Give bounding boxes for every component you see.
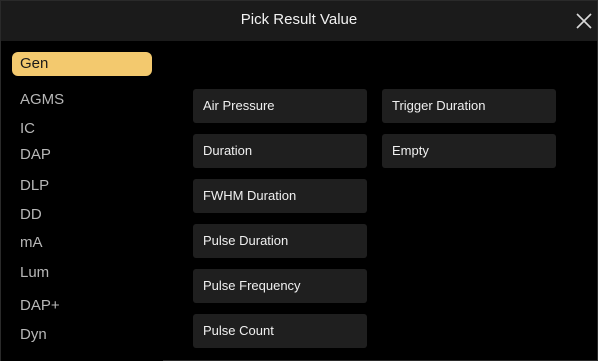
sidebar-item-dyn[interactable]: Dyn <box>12 323 152 347</box>
category-sidebar: Gen AGMS IC DAP DLP DD mA Lum DAP+ Dyn <box>1 41 163 361</box>
value-pulse-count[interactable]: Pulse Count <box>193 314 367 348</box>
value-empty[interactable]: Empty <box>382 134 556 168</box>
sidebar-item-ic[interactable]: IC <box>12 117 152 141</box>
sidebar-item-lum[interactable]: Lum <box>12 261 152 285</box>
sidebar-item-agms[interactable]: AGMS <box>12 88 152 112</box>
dialog-title: Pick Result Value <box>240 11 358 28</box>
value-pulse-frequency[interactable]: Pulse Frequency <box>193 269 367 303</box>
value-fwhm-duration[interactable]: FWHM Duration <box>193 179 367 213</box>
value-pulse-duration[interactable]: Pulse Duration <box>193 224 367 258</box>
sidebar-item-dap[interactable]: DAP <box>12 143 152 167</box>
value-duration[interactable]: Duration <box>193 134 367 168</box>
sidebar-item-gen[interactable]: Gen <box>12 52 152 76</box>
value-air-pressure[interactable]: Air Pressure <box>193 89 367 123</box>
sidebar-item-dap-plus[interactable]: DAP+ <box>12 294 152 318</box>
sidebar-item-dd[interactable]: DD <box>12 203 152 227</box>
pick-result-value-dialog: Pick Result Value Gen AGMS IC DAP DLP DD… <box>0 0 598 361</box>
value-grid: Air Pressure Duration FWHM Duration Puls… <box>163 41 597 361</box>
sidebar-item-ma[interactable]: mA <box>12 231 152 255</box>
close-icon[interactable] <box>575 12 593 30</box>
sidebar-item-dlp[interactable]: DLP <box>12 174 152 198</box>
title-bar: Pick Result Value <box>1 1 597 41</box>
value-trigger-duration[interactable]: Trigger Duration <box>382 89 556 123</box>
